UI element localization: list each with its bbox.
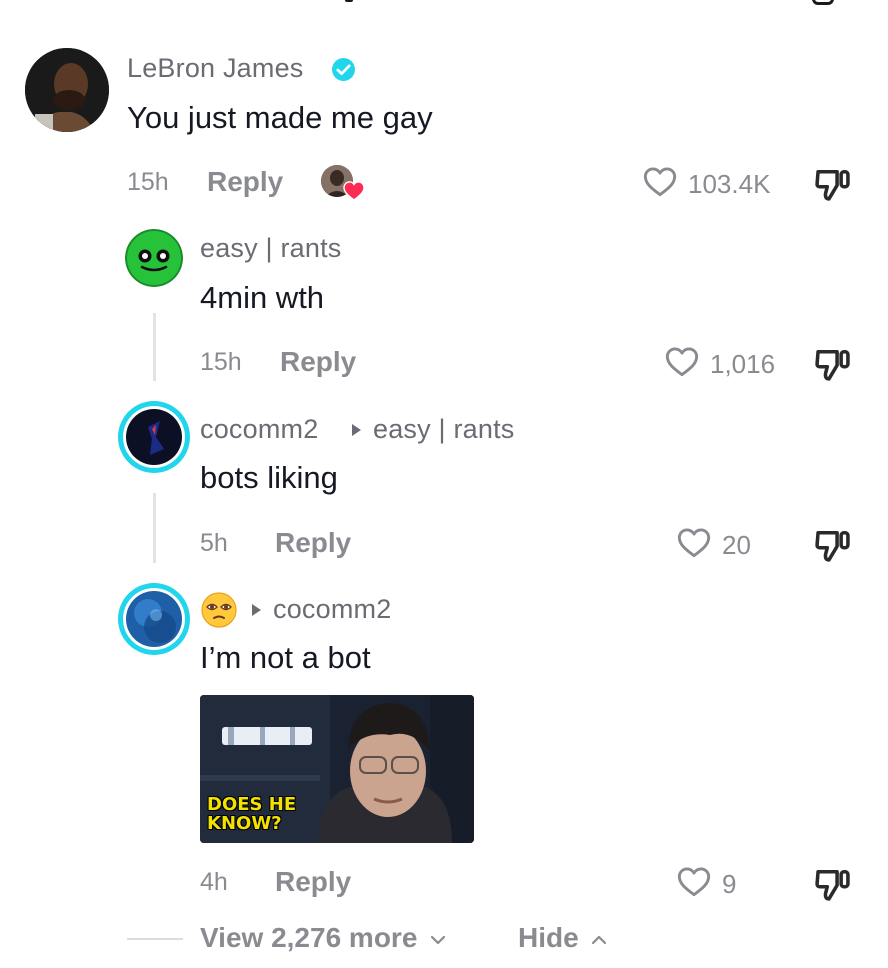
heart-icon[interactable] xyxy=(676,866,712,898)
dislike-icon[interactable] xyxy=(814,166,852,202)
like-count: 1,016 xyxy=(710,349,776,379)
reply-arrow-icon xyxy=(252,604,261,616)
comment-image-attachment[interactable]: DOES HE KNOW? xyxy=(200,695,474,843)
avatar-portrait xyxy=(25,48,109,132)
reply-to-author[interactable]: cocomm2 xyxy=(273,594,391,625)
reply-button[interactable]: Reply xyxy=(207,166,283,198)
meme-caption: DOES HE KNOW? xyxy=(207,794,297,834)
reply-to-author[interactable]: easy | rants xyxy=(373,414,514,445)
comment-author-name[interactable]: cocomm2 xyxy=(200,414,318,445)
avatar-cocomm2[interactable] xyxy=(118,401,190,473)
creator-liked-badge xyxy=(321,163,367,203)
like-count: 9 xyxy=(722,869,737,899)
chevron-up-icon xyxy=(592,935,607,944)
comment-text: You just made me gay xyxy=(127,100,433,135)
verified-badge-icon xyxy=(332,58,355,81)
heart-icon[interactable] xyxy=(676,527,712,559)
comment-timestamp: 5h xyxy=(200,529,228,557)
thread-line xyxy=(153,313,156,381)
comment-text: bots liking xyxy=(200,460,338,495)
avatar-emoji-user[interactable] xyxy=(118,583,190,655)
green-face-avatar xyxy=(125,229,183,287)
reply-button[interactable]: Reply xyxy=(275,527,351,559)
reply-arrow-icon xyxy=(352,424,361,436)
comment-text: I’m not a bot xyxy=(200,640,371,675)
reply-button[interactable]: Reply xyxy=(280,346,356,378)
thread-line xyxy=(153,493,156,563)
hide-replies-button[interactable]: Hide xyxy=(518,922,608,954)
comment-author-name[interactable]: LeBron James xyxy=(127,53,304,84)
like-count: 103.4K xyxy=(688,169,771,199)
comment-timestamp: 4h xyxy=(200,868,228,896)
cropped-top-icon-fragment xyxy=(812,0,834,5)
chevron-down-icon xyxy=(431,935,446,944)
comment-text: 4min wth xyxy=(200,280,325,315)
replies-divider xyxy=(127,938,183,940)
comment-author-name[interactable]: easy | rants xyxy=(200,233,341,264)
hide-label: Hide xyxy=(518,922,579,953)
blue-avatar-image xyxy=(126,591,182,647)
like-count: 20 xyxy=(722,530,751,560)
dislike-icon[interactable] xyxy=(814,527,852,563)
view-more-label: View 2,276 more xyxy=(200,922,418,953)
reply-button[interactable]: Reply xyxy=(275,866,351,898)
dislike-icon[interactable] xyxy=(814,866,852,902)
dark-avatar-image xyxy=(126,409,182,465)
dizzy-face-emoji-icon[interactable] xyxy=(201,592,237,628)
comment-timestamp: 15h xyxy=(127,168,169,196)
comment-timestamp: 15h xyxy=(200,348,242,376)
heart-icon[interactable] xyxy=(664,346,700,378)
cropped-top-fragment xyxy=(345,0,353,2)
dislike-icon[interactable] xyxy=(814,346,852,382)
avatar-easy-rants[interactable] xyxy=(125,229,183,287)
heart-badge-icon xyxy=(343,181,365,201)
heart-icon[interactable] xyxy=(642,166,678,198)
avatar-lebron-james[interactable] xyxy=(25,48,109,132)
view-more-replies-button[interactable]: View 2,276 more xyxy=(200,922,447,954)
